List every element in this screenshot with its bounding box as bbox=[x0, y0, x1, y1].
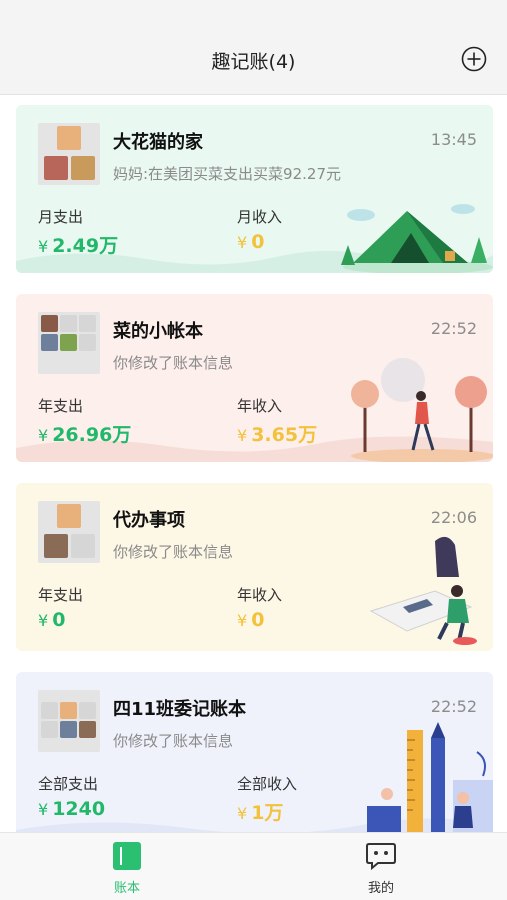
expense-value: ¥0 bbox=[38, 609, 65, 631]
book-subtitle: 你修改了账本信息 bbox=[113, 354, 234, 372]
currency-symbol: ¥ bbox=[237, 426, 248, 445]
income-value: ¥0 bbox=[237, 231, 264, 253]
book-time: 13:45 bbox=[430, 130, 477, 149]
book-subtitle: 你修改了账本信息 bbox=[113, 543, 234, 561]
book-card[interactable]: 代办事项 22:06 你修改了账本信息 年支出 年收入 ¥0 ¥0 bbox=[16, 483, 493, 651]
income-amount: 0 bbox=[251, 609, 265, 631]
expense-value: ¥26.96万 bbox=[38, 420, 131, 447]
tab-me[interactable]: 我的 bbox=[321, 833, 441, 900]
plus-circle-icon bbox=[461, 46, 487, 72]
ruler-and-pencil-illustration bbox=[367, 722, 493, 832]
income-amount: 1万 bbox=[251, 802, 284, 824]
income-label: 年收入 bbox=[237, 397, 283, 415]
book-icon bbox=[113, 842, 141, 870]
member-avatar bbox=[79, 702, 96, 719]
book-avatar-grid bbox=[38, 312, 100, 374]
member-avatar bbox=[60, 721, 77, 738]
income-value: ¥1万 bbox=[237, 798, 283, 825]
member-avatar bbox=[41, 721, 58, 738]
book-name: 代办事项 bbox=[113, 510, 185, 531]
expense-label: 年支出 bbox=[38, 397, 84, 415]
currency-symbol: ¥ bbox=[38, 426, 49, 445]
income-amount: 0 bbox=[251, 231, 265, 253]
app-header: 趣记账(4) bbox=[0, 0, 507, 95]
book-card[interactable]: 四11班委记账本 22:52 你修改了账本信息 全部支出 全部收入 ¥1240 … bbox=[16, 672, 493, 832]
currency-symbol: ¥ bbox=[38, 237, 49, 256]
member-avatar bbox=[60, 315, 77, 332]
member-avatar bbox=[79, 334, 96, 351]
expense-value: ¥2.49万 bbox=[38, 231, 118, 258]
book-card[interactable]: 大花猫的家 13:45 妈妈:在美团买菜支出买菜92.27元 月支出 月收入 ¥… bbox=[16, 105, 493, 273]
currency-symbol: ¥ bbox=[38, 800, 49, 819]
tab-me-label: 我的 bbox=[367, 881, 394, 896]
income-value: ¥3.65万 bbox=[237, 420, 317, 447]
book-time: 22:06 bbox=[430, 508, 477, 527]
book-subtitle: 你修改了账本信息 bbox=[113, 732, 234, 750]
book-name: 四11班委记账本 bbox=[113, 699, 247, 720]
expense-label: 年支出 bbox=[38, 586, 84, 604]
member-avatar bbox=[79, 721, 96, 738]
member-avatar bbox=[44, 156, 68, 180]
chat-face-icon bbox=[366, 843, 396, 871]
bottom-tab-bar: 账本 我的 bbox=[0, 832, 507, 900]
book-list: 大花猫的家 13:45 妈妈:在美团买菜支出买菜92.27元 月支出 月收入 ¥… bbox=[0, 95, 507, 832]
book-subtitle: 妈妈:在美团买菜支出买菜92.27元 bbox=[113, 165, 341, 183]
expense-value: ¥1240 bbox=[38, 798, 105, 820]
income-label: 月收入 bbox=[237, 208, 283, 226]
book-time: 22:52 bbox=[430, 319, 477, 338]
member-avatar bbox=[41, 702, 58, 719]
income-amount: 3.65万 bbox=[251, 424, 318, 446]
member-avatar bbox=[60, 702, 77, 719]
camping-tent-illustration bbox=[341, 204, 493, 273]
tab-books-label: 账本 bbox=[113, 881, 140, 896]
income-label: 全部收入 bbox=[237, 775, 298, 793]
book-avatar-grid bbox=[38, 501, 100, 563]
member-avatar bbox=[60, 334, 77, 351]
expense-amount: 0 bbox=[52, 609, 66, 631]
page-title: 趣记账(4) bbox=[211, 51, 296, 73]
book-avatar-grid bbox=[38, 690, 100, 752]
tab-books[interactable]: 账本 bbox=[67, 833, 187, 900]
add-book-button[interactable] bbox=[461, 46, 487, 72]
member-avatar bbox=[44, 534, 68, 558]
member-avatar bbox=[41, 334, 58, 351]
expense-amount: 1240 bbox=[52, 798, 106, 820]
member-avatar bbox=[57, 504, 81, 528]
person-at-desk-illustration bbox=[369, 536, 477, 645]
book-name: 大花猫的家 bbox=[113, 132, 203, 153]
expense-label: 全部支出 bbox=[38, 775, 99, 793]
book-avatar-grid bbox=[38, 123, 100, 185]
member-avatar bbox=[71, 156, 95, 180]
member-avatar bbox=[57, 126, 81, 150]
member-avatar bbox=[71, 534, 95, 558]
currency-symbol: ¥ bbox=[237, 804, 248, 823]
book-card[interactable]: 菜的小帐本 22:52 你修改了账本信息 年支出 年收入 ¥26.96万 ¥3.… bbox=[16, 294, 493, 462]
currency-symbol: ¥ bbox=[237, 611, 248, 630]
expense-label: 月支出 bbox=[38, 208, 84, 226]
currency-symbol: ¥ bbox=[237, 233, 248, 252]
member-avatar bbox=[41, 315, 58, 332]
income-label: 年收入 bbox=[237, 586, 283, 604]
autumn-walk-illustration bbox=[351, 358, 493, 462]
expense-amount: 26.96万 bbox=[52, 424, 132, 446]
book-name: 菜的小帐本 bbox=[113, 321, 203, 342]
income-value: ¥0 bbox=[237, 609, 264, 631]
currency-symbol: ¥ bbox=[38, 611, 49, 630]
member-avatar bbox=[79, 315, 96, 332]
expense-amount: 2.49万 bbox=[52, 235, 119, 257]
